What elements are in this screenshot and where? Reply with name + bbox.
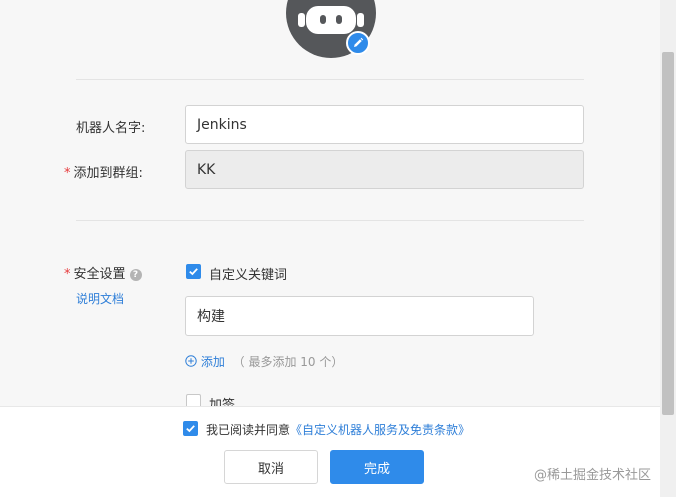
add-keyword-row: 添加 （ 最多添加 10 个） — [185, 353, 343, 370]
required-mark: * — [64, 267, 71, 282]
required-mark: * — [64, 166, 71, 181]
finish-button[interactable]: 完成 — [330, 450, 424, 484]
cancel-button[interactable]: 取消 — [224, 450, 318, 484]
robot-face-icon — [306, 6, 356, 34]
agree-prefix: 我已阅读并同意 — [206, 423, 291, 437]
robot-settings-dialog: 机器人名字: Jenkins * 添加到群组: KK * 安全设置? 说明文档 自定… — [0, 0, 676, 497]
checkmark-icon — [186, 425, 195, 433]
security-label: 安全设置 — [73, 267, 126, 282]
group-value: KK — [197, 161, 216, 178]
watermark: @稀土掘金技术社区 — [534, 468, 652, 483]
agree-text: 我已阅读并同意《自定义机器人服务及免责条款》 — [206, 421, 470, 438]
keyword-checkbox[interactable] — [186, 264, 201, 279]
robot-name-value: Jenkins — [197, 116, 247, 133]
group-input: KK — [185, 150, 584, 189]
robot-ear-left — [298, 13, 305, 27]
checkmark-icon — [189, 268, 198, 276]
robot-name-input[interactable]: Jenkins — [185, 105, 584, 144]
group-label: 添加到群组: — [73, 166, 143, 181]
security-label-row: * 安全设置? — [64, 263, 142, 282]
terms-link[interactable]: 《自定义机器人服务及免责条款》 — [290, 423, 470, 437]
agree-checkbox[interactable] — [183, 421, 198, 436]
add-keyword-button[interactable]: 添加 — [201, 355, 225, 369]
robot-ear-right — [357, 13, 364, 27]
robot-eye-left — [320, 15, 326, 24]
doc-link[interactable]: 说明文档 — [76, 290, 124, 307]
help-icon[interactable]: ? — [129, 269, 142, 281]
group-label-row: * 添加到群组: — [64, 162, 143, 181]
scrollbar-thumb[interactable] — [662, 52, 674, 415]
add-keyword-hint: （ 最多添加 10 个） — [232, 355, 344, 369]
keyword-value: 构建 — [197, 309, 225, 325]
keyword-input[interactable]: 构建 — [185, 296, 534, 336]
plus-circle-icon[interactable] — [185, 355, 197, 367]
robot-name-label: 机器人名字: — [76, 121, 146, 136]
divider-top — [76, 79, 584, 80]
keyword-option-label[interactable]: 自定义关键词 — [209, 264, 287, 283]
edit-avatar-button[interactable] — [346, 31, 370, 55]
pencil-icon — [354, 37, 364, 47]
divider-middle — [76, 220, 584, 221]
robot-eye-right — [336, 15, 342, 24]
